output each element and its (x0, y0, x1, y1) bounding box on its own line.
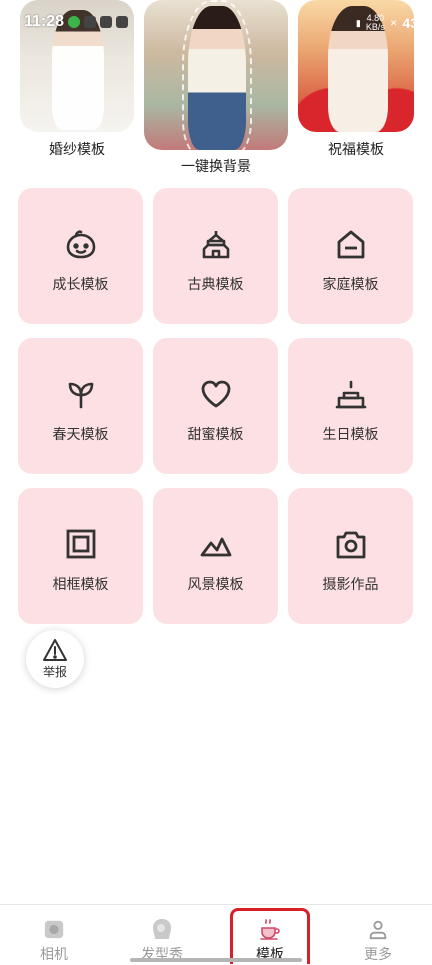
status-right: ▮ 4.80 KB/s ✕ 43 (356, 14, 418, 32)
home-indicator[interactable] (130, 958, 302, 962)
misc-notification-icon (116, 16, 128, 28)
sync-notification-icon (100, 16, 112, 28)
template-label: 甜蜜模板 (187, 427, 244, 443)
photo-frame-icon (63, 526, 99, 562)
notification-icons (68, 16, 128, 28)
template-tile-sweet[interactable]: 甜蜜模板 (153, 338, 278, 474)
template-tile-growth[interactable]: 成长模板 (18, 188, 143, 324)
mountain-icon (198, 526, 234, 562)
baby-face-icon (63, 226, 99, 262)
report-label: 举报 (42, 665, 67, 679)
person-nav-icon (366, 917, 390, 941)
template-tile-family[interactable]: 家庭模板 (288, 188, 413, 324)
template-tile-classical[interactable]: 古典模板 (153, 188, 278, 324)
network-speed: 4.80 KB/s (366, 14, 385, 32)
template-label: 古典模板 (187, 277, 244, 293)
template-tile-frame[interactable]: 相框模板 (18, 488, 143, 624)
active-tab-highlight (230, 908, 310, 964)
template-grid: 成长模板 古典模板 家庭模板 春天模板 甜蜜模板 生日模板 相框模板 风景模板 … (18, 188, 414, 624)
bottom-nav: 相机 发型秀 模板 更多 (0, 904, 432, 965)
chat-notification-icon (68, 16, 80, 28)
template-tile-birthday[interactable]: 生日模板 (288, 338, 413, 474)
template-tile-spring[interactable]: 春天模板 (18, 338, 143, 474)
report-button[interactable]: 举报 (26, 630, 84, 688)
sprout-icon (63, 376, 99, 412)
hairstyle-nav-icon (150, 917, 174, 941)
signal-icon: ✕ (389, 17, 398, 28)
nav-more-label: 更多 (364, 947, 392, 963)
template-label: 相框模板 (52, 577, 109, 593)
pagoda-icon (198, 226, 234, 262)
template-label: 摄影作品 (322, 577, 379, 593)
network-speed-unit: KB/s (365, 22, 385, 32)
app-notification-icon (84, 16, 96, 28)
template-label: 风景模板 (187, 577, 244, 593)
nav-hairstyle[interactable]: 发型秀 (112, 905, 212, 965)
camera-icon (333, 526, 369, 562)
status-bar: 11:28 ▮ 4.80 KB/s ✕ 43 (0, 0, 432, 40)
warning-icon (43, 639, 67, 661)
vibrate-icon: ▮ (355, 17, 361, 28)
template-label: 成长模板 (52, 277, 109, 293)
template-label: 生日模板 (322, 427, 379, 443)
template-tile-photography[interactable]: 摄影作品 (288, 488, 413, 624)
birthday-cake-icon (333, 376, 369, 412)
nav-more[interactable]: 更多 (328, 905, 428, 965)
change-background-label[interactable]: 一键换背景 (156, 156, 276, 176)
house-icon (333, 226, 369, 262)
template-label: 家庭模板 (322, 277, 379, 293)
template-tile-scenery[interactable]: 风景模板 (153, 488, 278, 624)
camera-nav-icon (42, 917, 66, 941)
blessing-template-label[interactable]: 祝福模板 (296, 139, 416, 159)
status-time: 11:28 (24, 13, 65, 30)
nav-camera[interactable]: 相机 (4, 905, 104, 965)
wedding-template-label[interactable]: 婚纱模板 (17, 139, 137, 159)
battery-level: 43 (402, 15, 418, 31)
template-label: 春天模板 (52, 427, 109, 443)
nav-camera-label: 相机 (40, 947, 68, 963)
heart-icon (198, 376, 234, 412)
